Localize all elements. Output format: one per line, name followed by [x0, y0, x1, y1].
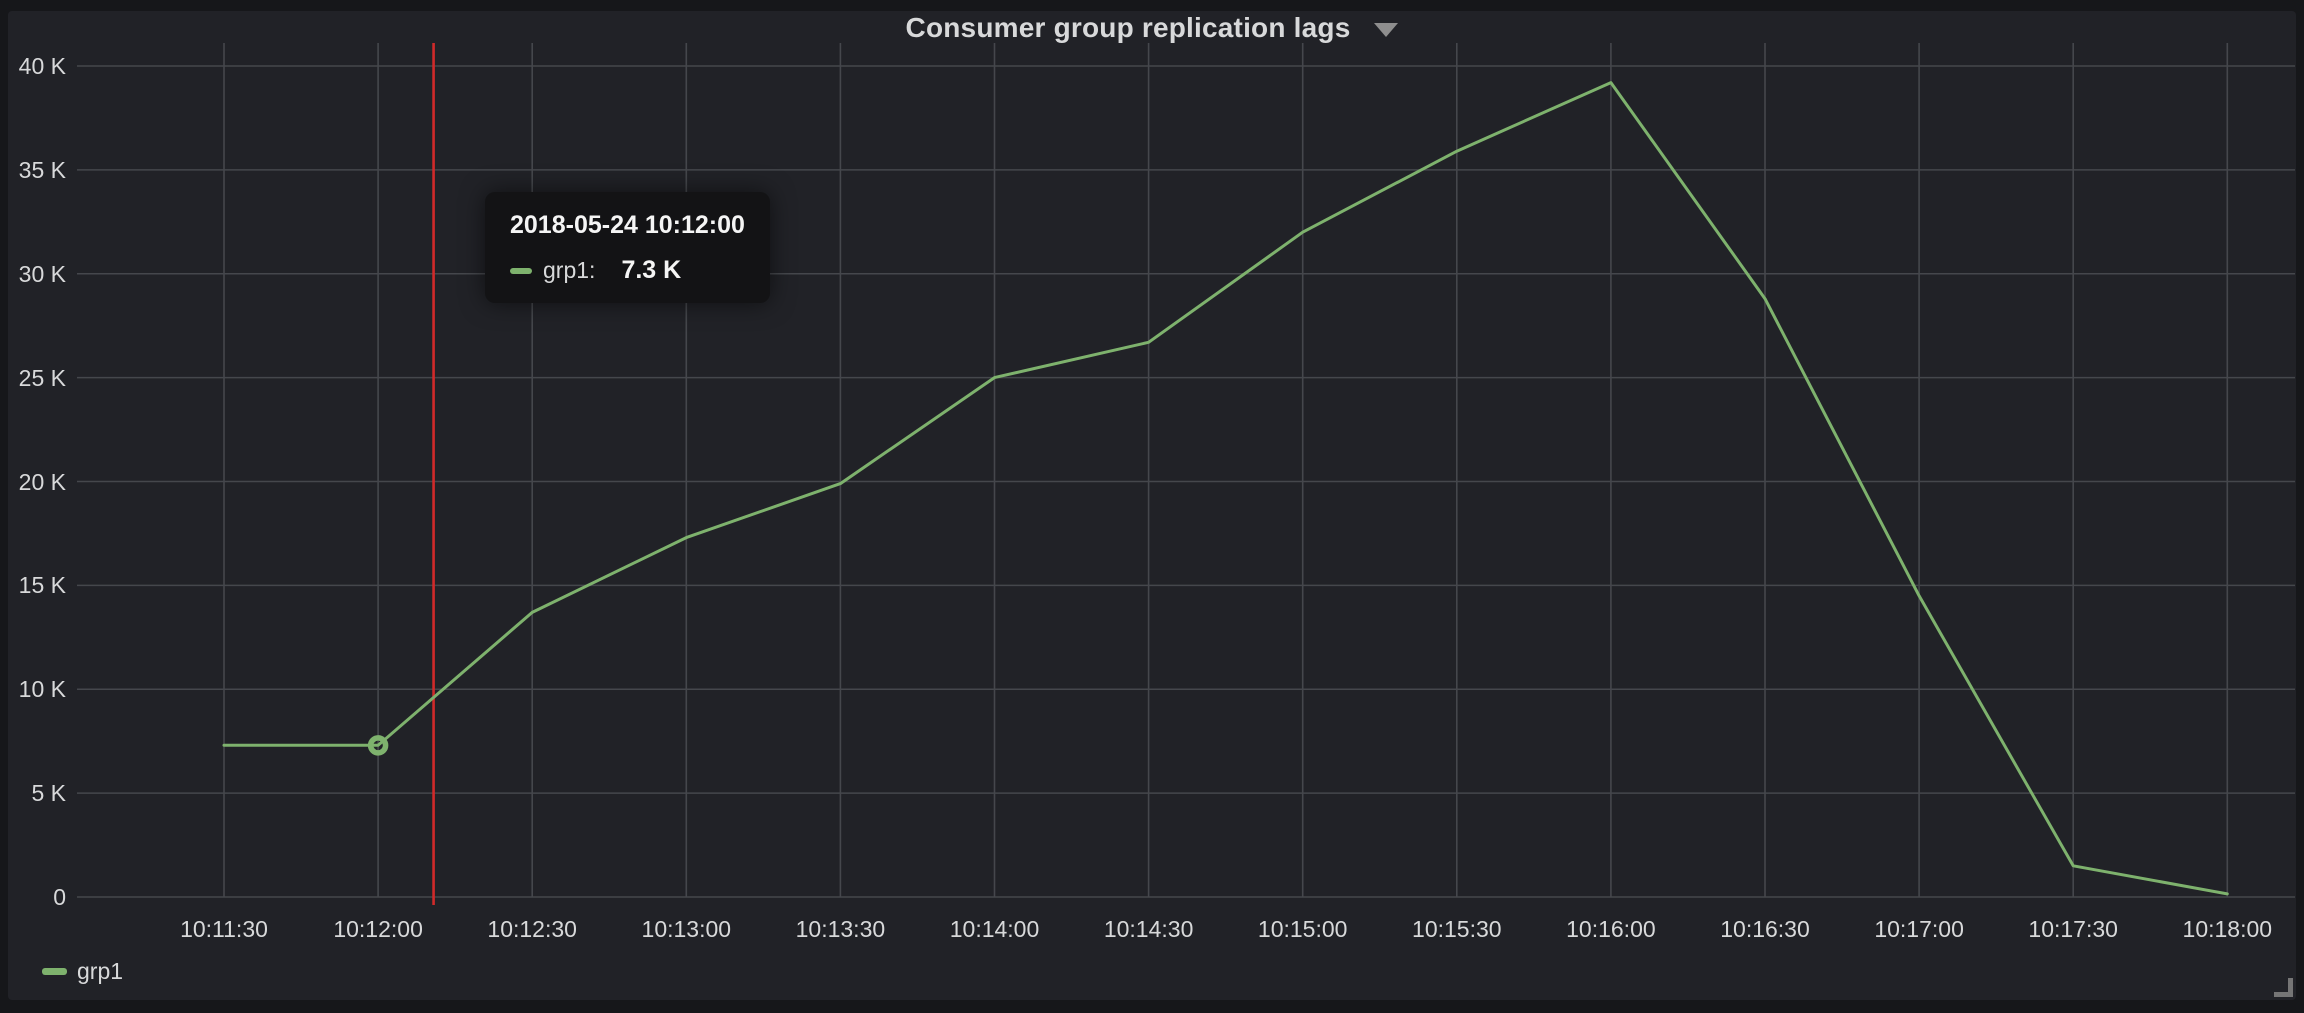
legend: grp1 — [42, 958, 123, 985]
panel-resize-handle-icon[interactable] — [2274, 978, 2293, 997]
chart-canvas[interactable] — [0, 0, 2304, 1013]
x-tick-label: 10:15:00 — [1223, 914, 1383, 944]
tooltip-series-value: 7.3 K — [621, 256, 681, 285]
y-tick-label: 15 K — [0, 570, 66, 600]
x-tick-label: 10:12:30 — [452, 914, 612, 944]
legend-item-label: grp1 — [77, 958, 123, 985]
x-tick-label: 10:16:00 — [1531, 914, 1691, 944]
tooltip-series-label: grp1: — [543, 257, 595, 284]
x-tick-label: 10:12:00 — [298, 914, 458, 944]
y-tick-label: 10 K — [0, 674, 66, 704]
panel-title-row[interactable]: Consumer group replication lags — [0, 12, 2304, 44]
x-tick-label: 10:13:00 — [606, 914, 766, 944]
y-tick-label: 5 K — [0, 778, 66, 808]
x-tick-label: 10:11:30 — [144, 914, 304, 944]
y-tick-label: 0 — [0, 882, 66, 912]
x-tick-label: 10:13:30 — [760, 914, 920, 944]
tooltip-date: 2018-05-24 10:12:00 — [510, 211, 746, 240]
hover-tooltip: 2018-05-24 10:12:00 grp1: 7.3 K — [485, 192, 770, 303]
series-color-dash-icon — [510, 268, 532, 274]
legend-color-dash-icon — [42, 968, 67, 975]
x-tick-label: 10:18:00 — [2147, 914, 2304, 944]
y-tick-label: 20 K — [0, 467, 66, 497]
x-tick-label: 10:15:30 — [1377, 914, 1537, 944]
tooltip-series-row: grp1: 7.3 K — [510, 256, 746, 285]
x-tick-label: 10:14:00 — [915, 914, 1075, 944]
chevron-down-icon[interactable] — [1374, 23, 1398, 37]
y-tick-label: 40 K — [0, 51, 66, 81]
grafana-graph-panel-screen: Consumer group replication lags 0 5 K 10 K… — [0, 0, 2304, 1013]
y-tick-label: 30 K — [0, 259, 66, 289]
x-tick-label: 10:17:30 — [1993, 914, 2153, 944]
x-tick-label: 10:14:30 — [1069, 914, 1229, 944]
panel-title[interactable]: Consumer group replication lags — [906, 12, 1351, 44]
x-tick-label: 10:17:00 — [1839, 914, 1999, 944]
y-tick-label: 25 K — [0, 363, 66, 393]
x-tick-label: 10:16:30 — [1685, 914, 1845, 944]
legend-item-grp1[interactable]: grp1 — [42, 958, 123, 985]
y-tick-label: 35 K — [0, 155, 66, 185]
